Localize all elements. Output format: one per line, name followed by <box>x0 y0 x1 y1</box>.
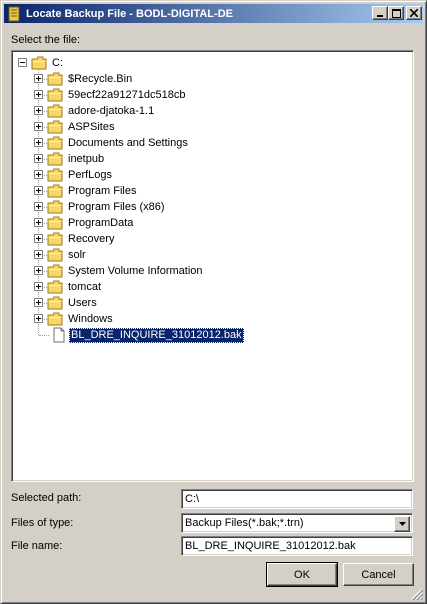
expand-toggle[interactable] <box>34 186 43 195</box>
expand-toggle[interactable] <box>34 282 43 291</box>
tree-item-label: Windows <box>68 312 113 325</box>
folder-icon <box>47 88 63 102</box>
folder-icon <box>47 104 63 118</box>
window-title: Locate Backup File - BODL-DIGITAL-DE <box>26 7 233 20</box>
expand-toggle[interactable] <box>34 122 43 131</box>
expand-toggle[interactable] <box>34 314 43 323</box>
tree-item-folder[interactable]: Program Files (x86) <box>47 199 167 215</box>
title-bar[interactable]: Locate Backup File - BODL-DIGITAL-DE <box>4 4 423 23</box>
file-tree[interactable]: C: $Recycle.Bin 59ecf22a91271dc518cb adore-… <box>11 50 414 482</box>
tree-item-label: Documents and Settings <box>68 136 188 149</box>
tree-item-label: solr <box>68 248 86 261</box>
folder-icon <box>47 152 63 166</box>
folder-icon <box>47 200 63 214</box>
tree-item-label: adore-djatoka-1.1 <box>68 104 155 117</box>
tree-item-folder[interactable]: solr <box>47 247 88 263</box>
expand-toggle[interactable] <box>34 202 43 211</box>
tree-item-folder[interactable]: Recovery <box>47 231 116 247</box>
tree-item-folder[interactable]: ASPSites <box>47 119 116 135</box>
expand-toggle[interactable] <box>34 250 43 259</box>
files-of-type-select[interactable]: Backup Files(*.bak;*.trn) <box>181 513 413 533</box>
expand-toggle[interactable] <box>34 154 43 163</box>
folder-icon <box>47 72 63 86</box>
file-name-field[interactable]: BL_DRE_INQUIRE_31012012.bak <box>181 536 413 556</box>
expand-toggle[interactable] <box>34 106 43 115</box>
chevron-down-icon <box>398 522 406 526</box>
maximize-icon <box>391 8 401 18</box>
tree-item-folder[interactable]: $Recycle.Bin <box>47 71 134 87</box>
expand-toggle[interactable] <box>34 90 43 99</box>
expand-toggle[interactable] <box>34 234 43 243</box>
folder-icon <box>47 168 63 182</box>
tree-item-label: Program Files <box>68 184 137 197</box>
ok-button[interactable]: OK <box>266 562 338 587</box>
tree-item-folder[interactable]: adore-djatoka-1.1 <box>47 103 156 119</box>
selected-path-label: Selected path: <box>11 492 82 504</box>
collapse-toggle[interactable] <box>18 58 27 67</box>
locate-backup-file-dialog: Locate Backup File - BODL-DIGITAL-DE Sel… <box>0 0 427 604</box>
tree-item-label: inetpub <box>68 152 105 165</box>
tree-connector-line <box>39 335 49 336</box>
folder-icon <box>47 184 63 198</box>
tree-item-folder[interactable]: System Volume Information <box>47 263 205 279</box>
close-button[interactable] <box>406 6 422 20</box>
tree-item-label: 59ecf22a91271dc518cb <box>68 88 186 101</box>
folder-icon <box>47 264 63 278</box>
tree-item-label: PerfLogs <box>68 168 113 181</box>
tree-item-label: $Recycle.Bin <box>68 72 133 85</box>
files-of-type-label: Files of type: <box>11 517 74 529</box>
files-of-type-value: Backup Files(*.bak;*.trn) <box>185 517 304 529</box>
folder-icon <box>47 280 63 294</box>
folder-icon <box>47 248 63 262</box>
file-icon <box>53 327 65 343</box>
folder-icon <box>47 312 63 326</box>
minimize-icon <box>377 15 383 17</box>
tree-item-label: Recovery <box>68 232 115 245</box>
cancel-button[interactable]: Cancel <box>343 563 414 586</box>
tree-item-label: Program Files (x86) <box>68 200 165 213</box>
tree-item-label: tomcat <box>68 280 102 293</box>
app-icon <box>8 6 20 21</box>
select-file-label: Select the file: <box>11 34 81 46</box>
folder-icon <box>47 120 63 134</box>
tree-item-folder[interactable]: tomcat <box>47 279 103 295</box>
expand-toggle[interactable] <box>34 170 43 179</box>
folder-icon <box>47 232 63 246</box>
expand-toggle[interactable] <box>34 138 43 147</box>
tree-item-folder[interactable]: ProgramData <box>47 215 135 231</box>
tree-item-file[interactable]: BL_DRE_INQUIRE_31012012.bak <box>52 327 244 343</box>
folder-icon <box>47 296 63 310</box>
tree-item-label: BL_DRE_INQUIRE_31012012.bak <box>69 327 244 343</box>
minimize-button[interactable] <box>372 6 388 20</box>
tree-item-label: C: <box>52 56 63 69</box>
expand-toggle[interactable] <box>34 298 43 307</box>
tree-item-folder[interactable]: inetpub <box>47 151 106 167</box>
tree-item-label: Users <box>68 296 97 309</box>
resize-grip-icon[interactable] <box>411 588 423 600</box>
tree-item-folder[interactable]: Program Files <box>47 183 138 199</box>
close-icon <box>410 9 418 17</box>
tree-item-folder[interactable]: PerfLogs <box>47 167 114 183</box>
tree-item-root[interactable]: C: <box>31 55 65 71</box>
tree-item-folder[interactable]: Users <box>47 295 99 311</box>
tree-item-folder[interactable]: Windows <box>47 311 115 327</box>
tree-item-label: ASPSites <box>68 120 115 133</box>
selected-path-field[interactable]: C:\ <box>181 489 413 509</box>
dropdown-button[interactable] <box>394 516 410 532</box>
tree-item-folder[interactable]: Documents and Settings <box>47 135 190 151</box>
folder-icon <box>47 216 63 230</box>
tree-item-label: ProgramData <box>68 216 134 229</box>
folder-open-icon <box>31 56 47 70</box>
file-name-label: File name: <box>11 540 63 552</box>
expand-toggle[interactable] <box>34 218 43 227</box>
expand-toggle[interactable] <box>34 74 43 83</box>
tree-item-label: System Volume Information <box>68 264 203 277</box>
tree-item-folder[interactable]: 59ecf22a91271dc518cb <box>47 87 187 103</box>
folder-icon <box>47 136 63 150</box>
expand-toggle[interactable] <box>34 266 43 275</box>
maximize-button[interactable] <box>388 6 404 20</box>
